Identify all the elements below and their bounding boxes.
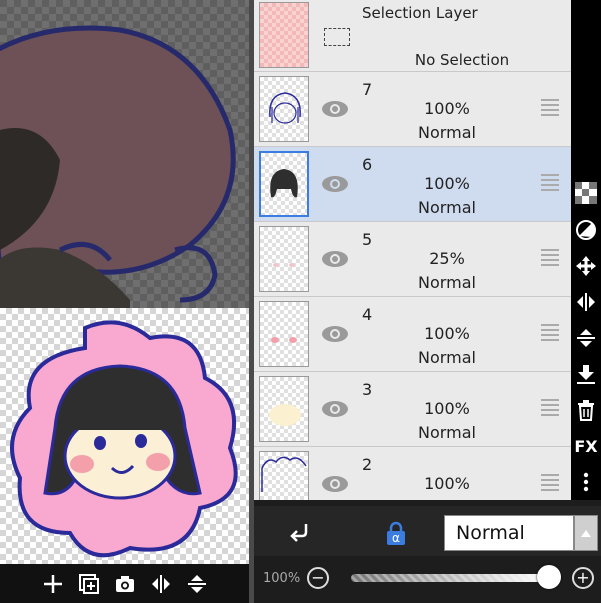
drag-handle-icon[interactable] [541, 399, 559, 417]
layer-thumbnail-5 [259, 226, 309, 292]
layer-opacity: 100% [424, 174, 470, 193]
layer-thumbnail-7 [259, 76, 309, 142]
color-adjust-icon[interactable] [574, 218, 598, 242]
move-icon[interactable] [574, 254, 598, 278]
add-layer-icon[interactable] [37, 568, 69, 600]
layer-row-3[interactable]: 3 100% Normal [254, 372, 571, 447]
layer-opacity: 100% [424, 99, 470, 118]
layer-properties-panel: α Normal 100% − + [254, 500, 601, 603]
layer-opacity: 100% [424, 399, 470, 418]
clipping-icon[interactable] [286, 520, 314, 548]
layer-row-4[interactable]: 4 100% Normal [254, 297, 571, 372]
layers-panel: Selection Layer No Selection 7 100% Norm… [254, 0, 571, 500]
fx-icon[interactable]: FX [574, 434, 598, 458]
layer-row-6[interactable]: 6 100% Normal [254, 147, 571, 222]
selection-status: No Selection [414, 51, 510, 69]
canvas-zoom-view[interactable] [0, 0, 249, 308]
chevron-up-icon[interactable] [574, 515, 598, 551]
visibility-eye-icon[interactable] [320, 174, 350, 194]
layer-number: 7 [362, 80, 373, 99]
layer-thumbnail-6 [259, 151, 309, 217]
svg-text:α: α [392, 531, 400, 545]
duplicate-layer-icon[interactable] [73, 568, 105, 600]
canvas-preview[interactable] [0, 308, 249, 564]
alpha-lock-icon[interactable]: α [382, 520, 410, 548]
selection-layer-title: Selection Layer [362, 4, 478, 22]
layer-opacity: 100% [424, 474, 470, 493]
drag-handle-icon[interactable] [541, 174, 559, 192]
layer-thumbnail-2 [259, 451, 309, 500]
drag-handle-icon[interactable] [541, 474, 559, 492]
visibility-eye-icon[interactable] [320, 99, 350, 119]
layer-number: 5 [362, 230, 373, 249]
opacity-value: 100% [263, 571, 301, 586]
layer-row-5[interactable]: 5 25% Normal [254, 222, 571, 297]
layer-opacity: 25% [429, 249, 465, 268]
layer-number: 3 [362, 380, 373, 399]
artwork-preview [10, 320, 238, 558]
layer-properties-row: α Normal [254, 506, 601, 556]
layer-opacity: 100% [424, 324, 470, 343]
flip-horizontal-icon[interactable] [145, 568, 177, 600]
flip-vertical-icon[interactable] [181, 568, 213, 600]
blend-mode-select[interactable]: Normal [444, 515, 574, 551]
flip-horizontal-icon[interactable] [574, 290, 598, 314]
layer-thumbnail-3 [259, 376, 309, 442]
layer-blend-mode: Normal [418, 198, 476, 217]
layer-row-2[interactable]: 2 100% [254, 447, 571, 500]
canvas-toolbar [0, 564, 249, 603]
layer-number: 6 [362, 155, 373, 174]
layer-thumbnail-4 [259, 301, 309, 367]
visibility-eye-icon[interactable] [320, 474, 350, 494]
visibility-eye-icon[interactable] [320, 324, 350, 344]
visibility-eye-icon[interactable] [320, 249, 350, 269]
selection-layer-row[interactable]: Selection Layer No Selection [254, 0, 571, 72]
zoomed-artwork [0, 0, 249, 308]
drag-handle-icon[interactable] [541, 324, 559, 342]
opacity-decrease-button[interactable]: − [307, 567, 329, 589]
layer-row-7[interactable]: 7 100% Normal [254, 72, 571, 147]
layer-blend-mode: Normal [418, 423, 476, 442]
layer-number: 2 [362, 455, 373, 474]
camera-icon[interactable] [109, 568, 141, 600]
layer-blend-mode: Normal [418, 348, 476, 367]
layer-number: 4 [362, 305, 373, 324]
merge-down-icon[interactable] [574, 362, 598, 386]
opacity-slider[interactable] [351, 574, 549, 582]
delete-icon[interactable] [574, 398, 598, 422]
drag-handle-icon[interactable] [541, 99, 559, 117]
flip-vertical-icon[interactable] [574, 326, 598, 350]
layer-blend-mode: Normal [418, 273, 476, 292]
selection-marquee-icon [324, 28, 350, 46]
more-icon[interactable] [574, 470, 598, 494]
drag-handle-icon[interactable] [541, 249, 559, 267]
opacity-slider-knob[interactable] [537, 565, 561, 589]
selection-layer-thumbnail [259, 2, 309, 68]
layer-blend-mode: Normal [418, 123, 476, 142]
visibility-eye-icon[interactable] [320, 399, 350, 419]
opacity-increase-button[interactable]: + [572, 567, 594, 589]
layer-tools-column: FX [571, 0, 601, 500]
transparency-icon[interactable] [574, 181, 598, 205]
